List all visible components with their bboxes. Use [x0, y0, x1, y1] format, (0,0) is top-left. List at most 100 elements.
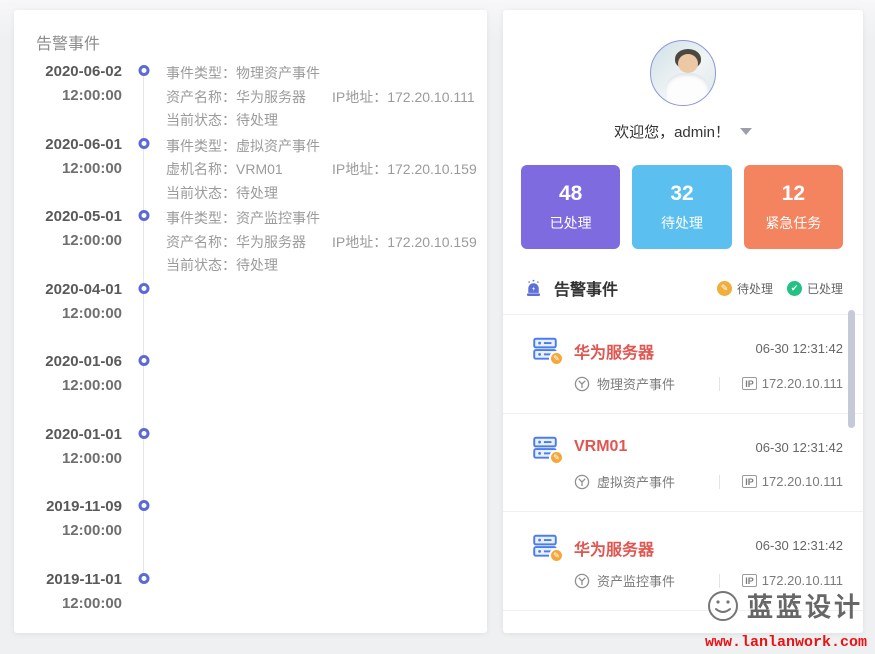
- timeline-event[interactable]: 2020-04-01 12:00:00: [30, 280, 477, 353]
- event-time: 12:00:00: [30, 449, 122, 469]
- server-icon: ✎: [531, 533, 559, 559]
- alert-list-item[interactable]: ✎ VRM01 06-30 12:31:42 虚拟资产事件 IP 172.20.…: [503, 414, 863, 512]
- alert-list-item[interactable]: ✎ 华为服务器 06-30 12:31:42 物理资产事件 IP 172.20.…: [503, 315, 863, 414]
- timeline-event[interactable]: 2019-11-09 12:00:00: [30, 497, 477, 570]
- event-time: 12:00:00: [30, 594, 122, 614]
- timeline-event[interactable]: 2020-06-01 12:00:00 事件类型：虚拟资产事件 虚机名称：VRM…: [30, 135, 477, 208]
- stat-card-pending[interactable]: 32 待处理: [632, 165, 731, 249]
- stat-cards: 48 已处理 32 待处理 12 紧急任务: [521, 165, 843, 249]
- event-date: 2019-11-09: [30, 497, 122, 517]
- pencil-badge-icon: ✎: [549, 351, 564, 366]
- watermark: 蓝蓝设计: [705, 587, 863, 624]
- event-date: 2020-05-01: [30, 207, 122, 227]
- event-time: 12:00:00: [30, 304, 122, 324]
- timeline-event[interactable]: 2020-01-01 12:00:00: [30, 425, 477, 498]
- event-date: 2020-04-01: [30, 280, 122, 300]
- welcome-text: 欢迎您，admin！: [503, 121, 863, 142]
- legend-done: ✔ 已处理: [787, 280, 843, 297]
- alert-timestamp: 06-30 12:31:42: [756, 336, 843, 356]
- event-type: 事件类型：物理资产事件: [166, 62, 477, 86]
- alerts-section-header: 告警事件 ✎ 待处理 ✔ 已处理: [523, 276, 843, 300]
- timeline-event[interactable]: 2020-05-01 12:00:00 事件类型：资产监控事件 资产名称：华为服…: [30, 207, 477, 280]
- timeline-node-icon[interactable]: [139, 283, 150, 294]
- timeline-event[interactable]: 2019-11-01 12:00:00: [30, 570, 477, 643]
- event-time: 12:00:00: [30, 159, 122, 179]
- event-date: 2020-01-06: [30, 352, 122, 372]
- siren-icon: [523, 278, 544, 299]
- event-time: 12:00:00: [30, 376, 122, 396]
- event-date: 2019-11-01: [30, 570, 122, 590]
- avatar-body: [665, 73, 709, 106]
- event-status: 当前状态：待处理: [166, 182, 477, 206]
- ip-icon: IP: [742, 377, 757, 390]
- user-summary-panel: 欢迎您，admin！ 48 已处理 32 待处理 12 紧急任务 告警事件 ✎ …: [503, 10, 863, 633]
- avatar[interactable]: [650, 40, 716, 106]
- event-ip: IP地址：172.20.10.159: [332, 158, 477, 182]
- alert-event-type: 资产监控事件: [597, 571, 675, 590]
- alert-asset-name[interactable]: 华为服务器: [574, 533, 756, 560]
- alert-ip: 172.20.10.111: [762, 573, 843, 588]
- event-time: 12:00:00: [30, 521, 122, 541]
- event-ip: IP地址：172.20.10.159: [332, 231, 477, 255]
- event-type: 事件类型：资产监控事件: [166, 207, 477, 231]
- stat-label: 待处理: [661, 213, 703, 233]
- server-icon: ✎: [531, 435, 559, 461]
- alerts-section-title: 告警事件: [554, 276, 703, 300]
- legend-pending: ✎ 待处理: [717, 280, 773, 297]
- watermark-brand: 蓝蓝设计: [747, 587, 863, 624]
- watermark-url: www.lanlanwork.com: [705, 634, 867, 651]
- divider: [719, 377, 720, 391]
- alert-ip: 172.20.10.111: [762, 474, 843, 489]
- pencil-badge-icon: ✎: [549, 548, 564, 563]
- event-status: 当前状态：待处理: [166, 109, 477, 133]
- event-asset: 资产名称：华为服务器: [166, 231, 332, 255]
- stat-value: 12: [782, 182, 805, 206]
- alert-event-type: 虚拟资产事件: [597, 472, 675, 491]
- ip-icon: IP: [742, 574, 757, 587]
- server-icon: ✎: [531, 336, 559, 362]
- timeline-node-icon[interactable]: [139, 500, 150, 511]
- event-asset: 虚机名称：VRM01: [166, 158, 332, 182]
- timeline-node-icon[interactable]: [139, 210, 150, 221]
- alert-ip: 172.20.10.111: [762, 376, 843, 391]
- timeline-event[interactable]: 2020-06-02 12:00:00 事件类型：物理资产事件 资产名称：华为服…: [30, 62, 477, 135]
- event-date: 2020-06-02: [30, 62, 122, 82]
- stat-label: 已处理: [550, 213, 592, 233]
- timeline-event[interactable]: 2020-01-06 12:00:00: [30, 352, 477, 425]
- timeline-node-icon[interactable]: [139, 355, 150, 366]
- timeline-node-icon[interactable]: [139, 573, 150, 584]
- stat-value: 48: [559, 182, 582, 206]
- alert-timestamp: 06-30 12:31:42: [756, 533, 843, 553]
- timeline-node-icon[interactable]: [139, 428, 150, 439]
- smiley-logo-icon: [705, 588, 741, 624]
- pencil-badge-icon: ✎: [717, 281, 732, 296]
- pencil-badge-icon: ✎: [549, 450, 564, 465]
- stat-label: 紧急任务: [765, 213, 821, 233]
- timeline-node-icon[interactable]: [139, 65, 150, 76]
- stat-card-processed[interactable]: 48 已处理: [521, 165, 620, 249]
- stat-card-urgent[interactable]: 12 紧急任务: [744, 165, 843, 249]
- timeline-node-icon[interactable]: [139, 138, 150, 149]
- category-icon: [574, 573, 590, 589]
- alert-timeline-panel: 告警事件 2020-06-02 12:00:00 事件类型：物理资产事件 资产名…: [14, 10, 487, 633]
- stat-value: 32: [670, 182, 693, 206]
- alert-asset-name[interactable]: 华为服务器: [574, 336, 756, 363]
- panel-title: 告警事件: [14, 10, 487, 54]
- timeline: 2020-06-02 12:00:00 事件类型：物理资产事件 资产名称：华为服…: [30, 62, 477, 642]
- event-time: 12:00:00: [30, 231, 122, 251]
- scrollbar-thumb[interactable]: [848, 310, 855, 428]
- event-asset: 资产名称：华为服务器: [166, 86, 332, 110]
- check-badge-icon: ✔: [787, 281, 802, 296]
- ip-icon: IP: [742, 475, 757, 488]
- event-type: 事件类型：虚拟资产事件: [166, 135, 477, 159]
- event-ip: IP地址：172.20.10.111: [332, 86, 475, 110]
- category-icon: [574, 376, 590, 392]
- chevron-down-icon[interactable]: [740, 128, 752, 141]
- avatar-face: [678, 54, 698, 73]
- divider: [719, 475, 720, 489]
- alert-timestamp: 06-30 12:31:42: [756, 435, 843, 455]
- event-date: 2020-01-01: [30, 425, 122, 445]
- event-time: 12:00:00: [30, 86, 122, 106]
- alert-asset-name[interactable]: VRM01: [574, 435, 756, 456]
- alert-event-type: 物理资产事件: [597, 374, 675, 393]
